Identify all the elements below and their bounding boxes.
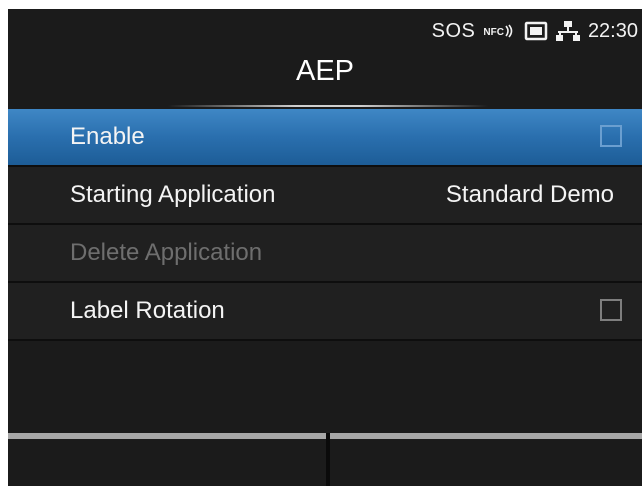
nfc-icon: NFC bbox=[483, 24, 516, 38]
right-softkey-button[interactable] bbox=[330, 433, 642, 486]
left-softkey-button[interactable] bbox=[8, 433, 328, 486]
menu-item-starting-application[interactable]: Starting Application Standard Demo bbox=[8, 167, 642, 225]
status-bar: SOS NFC 22:30 bbox=[432, 17, 638, 45]
label-rotation-checkbox[interactable] bbox=[600, 299, 622, 321]
network-icon bbox=[555, 21, 580, 41]
sos-indicator: SOS bbox=[431, 19, 476, 42]
menu-item-label: Enable bbox=[70, 123, 145, 150]
menu-item-label: Label Rotation bbox=[70, 297, 225, 324]
softkey-divider bbox=[326, 433, 330, 486]
page-title: AEP bbox=[295, 55, 355, 87]
memory-card-icon bbox=[524, 21, 548, 41]
menu-item-label: Delete Application bbox=[70, 239, 263, 266]
softkey-bar bbox=[8, 433, 642, 486]
enable-checkbox[interactable] bbox=[600, 125, 622, 147]
menu-item-label: Starting Application bbox=[70, 181, 276, 208]
title-underline bbox=[168, 105, 488, 107]
menu-item-delete-application: Delete Application bbox=[8, 225, 642, 283]
menu-item-label-rotation[interactable]: Label Rotation bbox=[8, 283, 642, 341]
menu-item-value: Standard Demo bbox=[445, 181, 614, 208]
nfc-label: NFC bbox=[483, 27, 504, 38]
clock-time: 22:30 bbox=[587, 19, 638, 42]
nfc-wave-icon bbox=[505, 24, 513, 38]
settings-menu: Enable Starting Application Standard Dem… bbox=[8, 109, 642, 341]
menu-item-enable[interactable]: Enable bbox=[8, 109, 642, 167]
printer-screen: SOS NFC 22:30 AEP Enable Starting Applic… bbox=[8, 9, 642, 486]
